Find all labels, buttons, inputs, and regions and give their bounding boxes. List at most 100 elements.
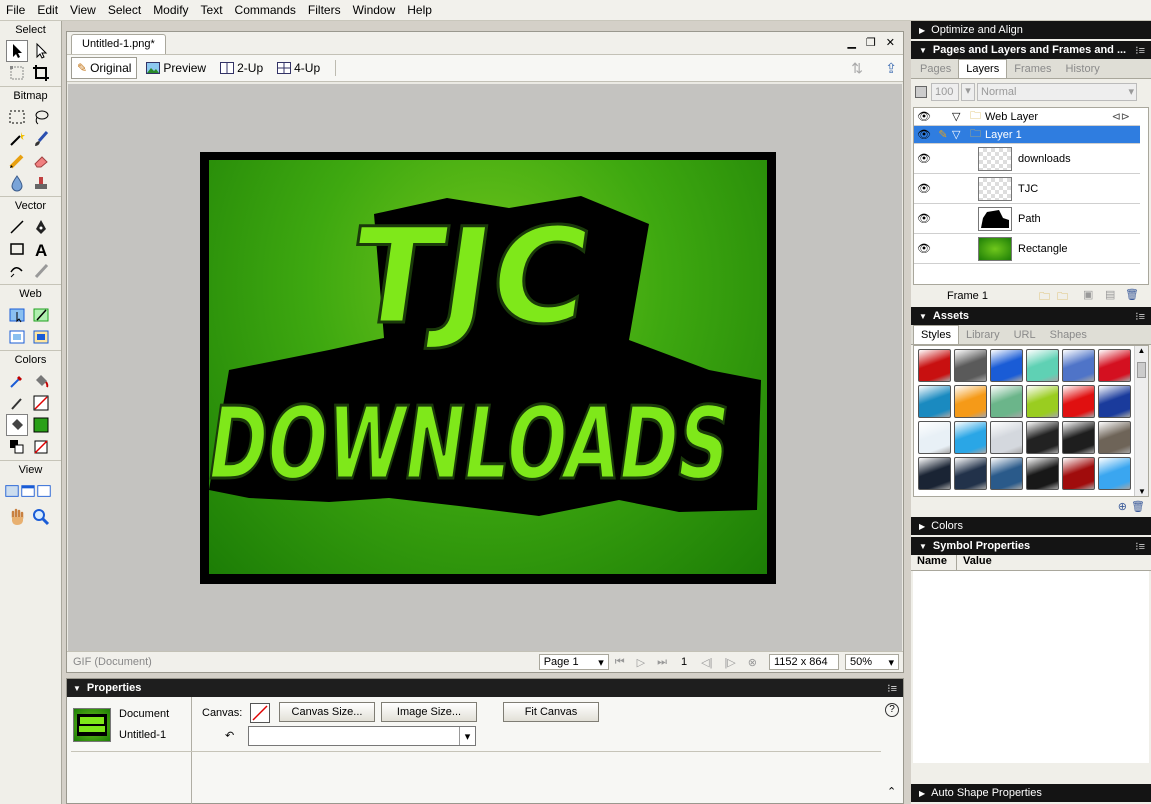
crop-tool[interactable] [30,62,52,84]
expand-icon[interactable]: ⌃ [887,785,896,798]
layer-row-path[interactable]: 👁 Path [914,204,1140,234]
style-swatch[interactable] [918,385,951,418]
collapse-triangle-icon[interactable]: ▽ [952,128,966,141]
play-icon[interactable]: ▷ [637,656,645,669]
style-swatch[interactable] [1062,421,1095,454]
scroll-thumb[interactable] [1137,362,1146,378]
menu-commands[interactable]: Commands [229,0,302,21]
pen-tool[interactable] [30,216,52,238]
menu-view[interactable]: View [64,0,102,21]
hand-tool[interactable] [6,506,28,528]
full-screen-menu-mode[interactable] [20,480,36,502]
zoom-select[interactable]: 50% ▾ [845,654,899,670]
restore-icon[interactable]: ❐ [866,36,876,49]
pointer-tool[interactable] [6,40,28,62]
hide-slices-tool[interactable] [6,326,28,348]
tab-history[interactable]: History [1059,60,1107,78]
style-swatch[interactable] [1062,385,1095,418]
export-arrows-icon[interactable]: ⇅ [851,60,863,77]
eraser-tool[interactable] [30,150,52,172]
share-layer-icon[interactable]: ⊲⊳ [1112,110,1130,123]
fill-color-tool[interactable] [6,414,28,436]
style-swatch[interactable] [954,421,987,454]
eye-icon[interactable]: 👁 [914,152,934,165]
style-swatch[interactable] [1026,457,1059,490]
tab-library[interactable]: Library [959,326,1007,344]
canvas-size-button[interactable]: Canvas Size... [279,702,375,722]
canvas-color-swatch[interactable] [250,703,270,723]
assets-panel-header[interactable]: ▼ Assets ⁝≡ [911,307,1151,325]
tab-url[interactable]: URL [1007,326,1043,344]
menu-help[interactable]: Help [401,0,438,21]
last-frame-icon[interactable]: ⏭ [657,656,667,669]
page-select[interactable]: Page 1 ▾ [538,654,609,670]
options-menu-icon[interactable]: ⁝≡ [1135,540,1145,553]
slice-tool[interactable] [30,304,52,326]
style-swatch[interactable] [990,457,1023,490]
pages-layers-panel-header[interactable]: ▼ Pages and Layers and Frames and ... ⁝≡ [911,41,1151,59]
style-swatch[interactable] [918,349,951,382]
style-swatch[interactable] [954,385,987,418]
show-slices-tool[interactable] [30,326,52,348]
stroke-color-tool[interactable] [6,392,28,414]
optimize-panel-header[interactable]: ▶ Optimize and Align [911,21,1151,39]
first-frame-icon[interactable]: ⏮ [615,656,625,669]
blur-tool[interactable] [6,172,28,194]
style-swatch[interactable] [1098,349,1131,382]
style-swatch[interactable] [1026,349,1059,382]
next-frame-icon[interactable]: |▷ [724,656,735,669]
canvas-select[interactable]: ▾ [248,726,476,746]
eye-icon[interactable]: 👁 [914,110,934,123]
menu-modify[interactable]: Modify [147,0,194,21]
eyedropper-tool[interactable] [6,370,28,392]
menu-file[interactable]: File [0,0,31,21]
style-swatch[interactable] [1098,457,1131,490]
trash-icon[interactable]: 🗑 [1125,288,1139,301]
eye-icon[interactable]: 👁 [914,212,934,225]
freeform-tool[interactable] [6,260,28,282]
layer-row-web-layer[interactable]: 👁 ▽ 🗀 Web Layer ⊲⊳ [914,108,1140,126]
knife-tool[interactable] [30,260,52,282]
style-swatch[interactable] [1098,385,1131,418]
options-menu-icon[interactable]: ⁝≡ [1135,310,1145,323]
style-swatch[interactable] [954,349,987,382]
style-swatch[interactable] [1062,457,1095,490]
close-icon[interactable]: ✕ [886,36,895,49]
pencil-tool[interactable] [6,150,28,172]
stroke-color-swatch[interactable] [30,392,52,414]
tab-shapes[interactable]: Shapes [1043,326,1094,344]
new-style-icon[interactable]: ⊕ [1118,500,1127,513]
view-4up-button[interactable]: 4-Up [272,58,325,78]
text-tool[interactable]: A [30,238,52,260]
trash-icon[interactable]: 🗑 [1131,500,1145,513]
view-2up-button[interactable]: 2-Up [215,58,268,78]
style-swatch[interactable] [918,421,951,454]
document-tab[interactable]: Untitled-1.png* [71,34,166,54]
tab-frames[interactable]: Frames [1007,60,1058,78]
full-screen-mode[interactable] [36,480,52,502]
image-size-button[interactable]: Image Size... [381,702,477,722]
line-tool[interactable] [6,216,28,238]
view-original-button[interactable]: ✎ Original [71,57,138,79]
style-swatch[interactable] [990,385,1023,418]
blend-mode-select[interactable]: Normal ▾ [977,83,1137,101]
layer-row-rectangle[interactable]: 👁 Rectangle [914,234,1140,264]
document-size[interactable]: 1152 x 864 [769,654,839,670]
options-menu-icon[interactable]: ⁝≡ [887,682,897,695]
quick-export-icon[interactable]: ⇪ [885,60,897,77]
subselect-tool[interactable] [30,40,52,62]
no-color-tool[interactable] [30,436,52,458]
view-preview-button[interactable]: Preview [141,58,211,78]
canvas-area[interactable]: TJC DOWNLOADS [68,84,902,651]
menu-window[interactable]: Window [347,0,402,21]
style-swatch[interactable] [990,349,1023,382]
tab-pages[interactable]: Pages [913,60,958,78]
style-swatch[interactable] [990,421,1023,454]
duplicate-layer-icon[interactable]: ▤ [1105,288,1115,301]
fill-color-swatch[interactable] [30,414,52,436]
add-mask-icon[interactable]: ▣ [1083,288,1093,301]
options-menu-icon[interactable]: ⁝≡ [1135,44,1145,57]
prev-frame-icon[interactable]: ◁| [701,656,712,669]
hotspot-tool[interactable] [6,304,28,326]
fit-canvas-button[interactable]: Fit Canvas [503,702,599,722]
